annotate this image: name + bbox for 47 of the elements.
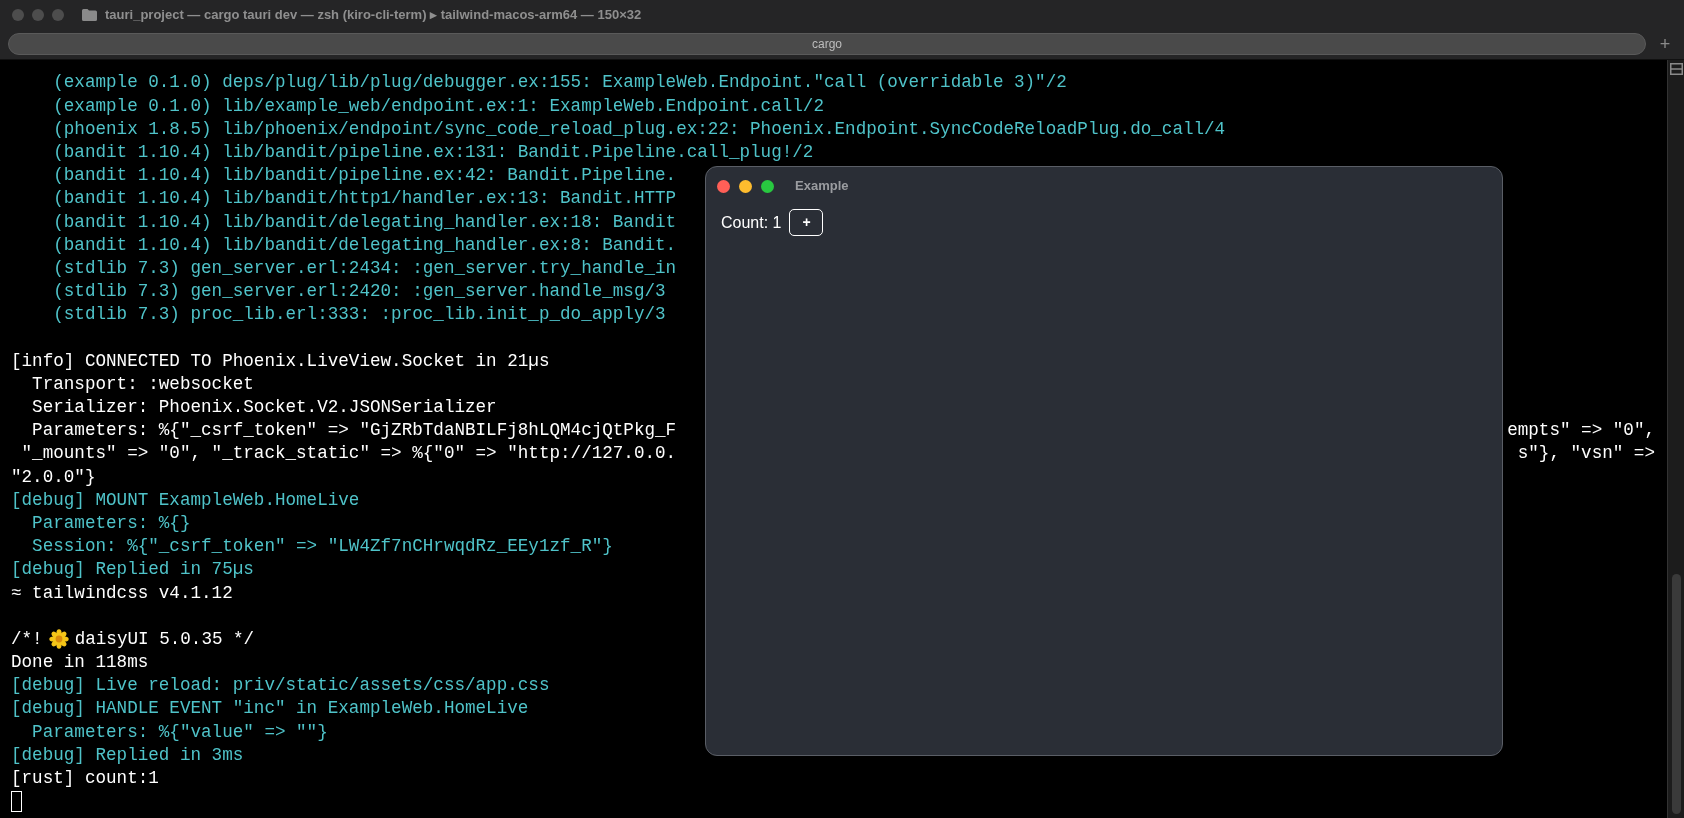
log-line: "_mounts" => "0", "_track_static" => %{"0" => "http://127.0.0. xyxy=(20,442,677,466)
log-line: (example 0.1.0) deps/plug/lib/plug/debugger.ex:155: ExampleWeb.Endpoint."call (overridable 3)"/2 xyxy=(52,71,1067,95)
log-line: [debug] Replied in 3ms xyxy=(11,743,244,767)
split-pane-icon[interactable] xyxy=(1669,63,1683,75)
window-title: tauri_project — cargo tauri dev — zsh (kiro-cli-term) ▸ tailwind-macos-arm64 — 150×32 xyxy=(105,5,642,24)
log-line: Transport: :websocket xyxy=(31,372,254,396)
log-line: (bandit 1.10.4) lib/bandit/delegating_handler.ex:8: Bandit. xyxy=(52,233,677,257)
scroll-bar[interactable] xyxy=(1667,60,1684,818)
log-line: /*! xyxy=(11,627,43,651)
log-line: [rust] count:1 xyxy=(11,767,159,791)
log-line: (bandit 1.10.4) lib/bandit/pipeline.ex:42: Bandit.Pipeline. xyxy=(52,164,677,188)
log-line: (stdlib 7.3) gen_server.erl:2420: :gen_server.handle_msg/3 xyxy=(52,280,666,304)
log-line: Serializer: Phoenix.Socket.V2.JSONSerializer xyxy=(31,396,497,420)
folder-icon xyxy=(82,8,97,21)
log-line: (example 0.1.0) lib/example_web/endpoint.ex:1: ExampleWeb.Endpoint.call/2 xyxy=(52,94,824,118)
new-tab-button[interactable]: + xyxy=(1654,33,1676,55)
log-line: daisyUI 5.0.35 */ xyxy=(74,627,255,651)
log-line: Parameters: %{"_csrf_token" => "GjZRbTdaNBILFj8hLQM4cjQtPkg_F xyxy=(31,419,677,443)
log-line: [debug] MOUNT ExampleWeb.HomeLive xyxy=(11,488,360,512)
minimize-button[interactable] xyxy=(739,179,752,193)
log-line: Session: %{"_csrf_token" => "LW4Zf7nCHrwqdRz_EEy1zf_R"} xyxy=(31,535,613,559)
log-line: (bandit 1.10.4) lib/bandit/http1/handler.ex:13: Bandit.HTTP xyxy=(52,187,677,211)
log-line: (phoenix 1.8.5) lib/phoenix/endpoint/sync_code_reload_plug.ex:22: Phoenix.Endpoint.SyncCodeReloadPlug.do_call/4 xyxy=(52,117,1226,141)
scroll-thumb[interactable] xyxy=(1671,574,1681,814)
zoom-button[interactable] xyxy=(761,179,774,193)
close-button[interactable] xyxy=(717,179,730,193)
log-line: empts" => "0", xyxy=(1507,419,1655,443)
window-title: Example xyxy=(795,177,849,196)
increment-button[interactable]: + xyxy=(789,209,824,236)
log-line: (stdlib 7.3) proc_lib.erl:333: :proc_lib.init_p_do_apply/3 xyxy=(52,303,666,327)
log-line: ≈ tailwindcss v4.1.12 xyxy=(11,581,233,605)
log-line: (bandit 1.10.4) lib/bandit/pipeline.ex:131: Bandit.Pipeline.call_plug!/2 xyxy=(52,140,814,164)
log-line: [debug] HANDLE EVENT "inc" in ExampleWeb.HomeLive xyxy=(11,697,529,721)
log-line: Parameters: %{} xyxy=(31,511,191,535)
log-line: (stdlib 7.3) gen_server.erl:2434: :gen_server.try_handle_in xyxy=(52,256,677,280)
log-line: [debug] Live reload: priv/static/assets/css/app.css xyxy=(11,674,550,698)
log-line: [debug] Replied in 75µs xyxy=(11,558,254,582)
log-line: Done in 118ms xyxy=(11,651,149,675)
log-line: s"}, "vsn" => xyxy=(1517,442,1655,466)
text-cursor xyxy=(11,790,22,812)
flower-icon xyxy=(48,629,69,650)
log-line: [info] CONNECTED TO Phoenix.LiveView.Socket in 21µs xyxy=(11,349,550,373)
count-label: Count: 1 xyxy=(721,212,782,233)
log-line: Parameters: %{"value" => ""} xyxy=(31,720,328,744)
tab[interactable]: cargo xyxy=(8,33,1646,55)
log-line: (bandit 1.10.4) lib/bandit/delegating_handler.ex:18: Bandit xyxy=(52,210,677,234)
log-line: "2.0.0"} xyxy=(11,465,96,489)
